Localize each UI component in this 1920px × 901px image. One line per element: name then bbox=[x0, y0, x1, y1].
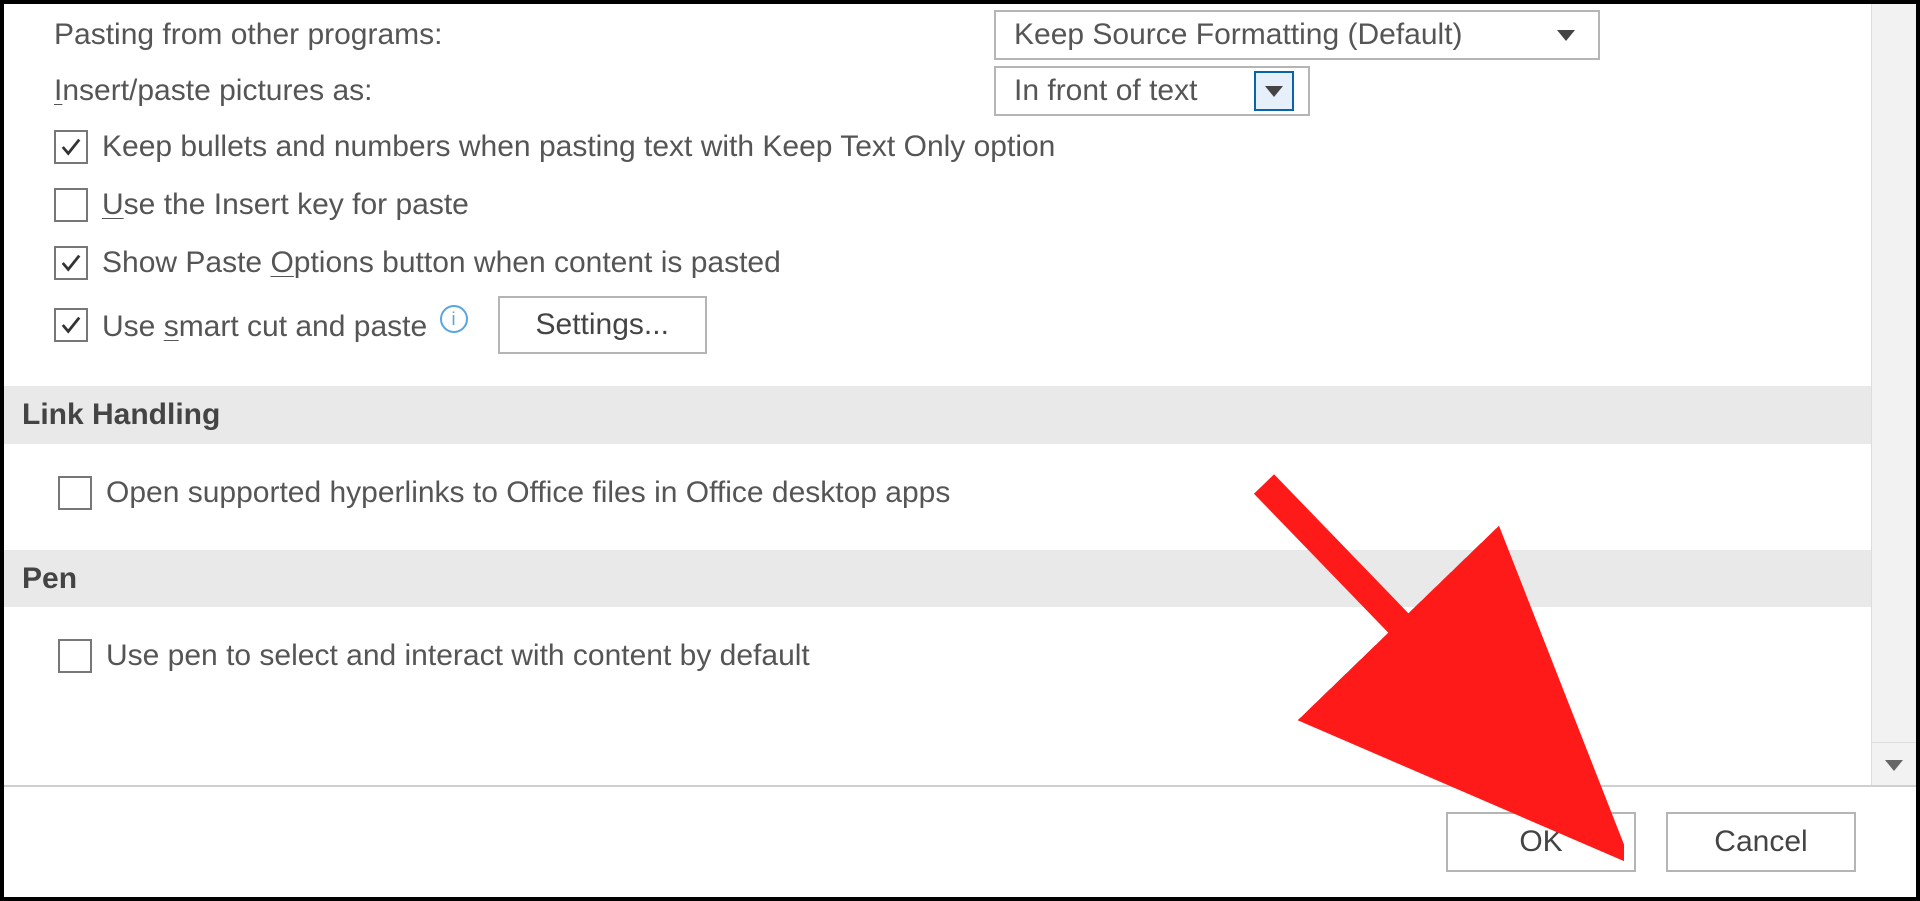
row-pasting-other-programs: Pasting from other programs: Keep Source… bbox=[54, 10, 1872, 60]
insert-pictures-value: In front of text bbox=[1014, 72, 1197, 110]
section-header-pen: Pen bbox=[4, 550, 1872, 608]
row-insert-pictures: Insert/paste pictures as: In front of te… bbox=[54, 66, 1872, 116]
ok-button[interactable]: OK bbox=[1446, 812, 1636, 872]
insert-pictures-dropdown[interactable]: In front of text bbox=[994, 66, 1310, 116]
pen-section: Use pen to select and interact with cont… bbox=[54, 631, 1872, 681]
use-pen-checkbox[interactable] bbox=[58, 639, 92, 673]
keep-bullets-checkbox[interactable] bbox=[54, 130, 88, 164]
pasting-other-programs-label: Pasting from other programs: bbox=[54, 16, 994, 54]
smart-cut-paste-settings-button[interactable]: Settings... bbox=[498, 296, 707, 354]
show-paste-options-checkbox[interactable] bbox=[54, 246, 88, 280]
row-open-hyperlinks: Open supported hyperlinks to Office file… bbox=[58, 468, 1872, 518]
row-show-paste-options: Show Paste Options button when content i… bbox=[54, 238, 1872, 288]
smart-cut-paste-checkbox[interactable] bbox=[54, 308, 88, 342]
keep-bullets-label: Keep bullets and numbers when pasting te… bbox=[102, 128, 1055, 166]
link-handling-section: Open supported hyperlinks to Office file… bbox=[54, 468, 1872, 518]
pasting-other-programs-value: Keep Source Formatting (Default) bbox=[1014, 16, 1463, 54]
check-icon bbox=[60, 314, 82, 336]
check-icon bbox=[60, 136, 82, 158]
insert-pictures-label: Insert/paste pictures as: bbox=[54, 72, 994, 110]
pasting-other-programs-dropdown[interactable]: Keep Source Formatting (Default) bbox=[994, 10, 1600, 60]
smart-cut-paste-label: Use smart cut and paste i bbox=[102, 305, 468, 346]
open-hyperlinks-label: Open supported hyperlinks to Office file… bbox=[106, 474, 950, 512]
section-header-link-handling: Link Handling bbox=[4, 386, 1872, 444]
vertical-scrollbar[interactable] bbox=[1871, 4, 1916, 787]
row-keep-bullets: Keep bullets and numbers when pasting te… bbox=[54, 122, 1872, 172]
use-insert-key-checkbox[interactable] bbox=[54, 188, 88, 222]
options-dialog: Pasting from other programs: Keep Source… bbox=[0, 0, 1920, 901]
use-pen-label: Use pen to select and interact with cont… bbox=[106, 637, 810, 675]
use-insert-key-label: Use the Insert key for paste bbox=[102, 186, 469, 224]
show-paste-options-label: Show Paste Options button when content i… bbox=[102, 244, 781, 282]
open-hyperlinks-checkbox[interactable] bbox=[58, 476, 92, 510]
chevron-down-icon bbox=[1548, 17, 1584, 53]
row-use-insert-key: Use the Insert key for paste bbox=[54, 180, 1872, 230]
row-use-pen: Use pen to select and interact with cont… bbox=[58, 631, 1872, 681]
check-icon bbox=[60, 252, 82, 274]
content-area: Pasting from other programs: Keep Source… bbox=[4, 4, 1872, 787]
chevron-down-icon bbox=[1885, 760, 1903, 771]
scroll-down-button[interactable] bbox=[1872, 742, 1916, 787]
dialog-footer: OK Cancel bbox=[4, 785, 1916, 897]
info-icon: i bbox=[440, 305, 468, 333]
paste-section: Pasting from other programs: Keep Source… bbox=[4, 4, 1872, 681]
chevron-down-icon bbox=[1254, 71, 1294, 111]
cancel-button[interactable]: Cancel bbox=[1666, 812, 1856, 872]
row-smart-cut-paste: Use smart cut and paste i Settings... bbox=[54, 296, 1872, 354]
